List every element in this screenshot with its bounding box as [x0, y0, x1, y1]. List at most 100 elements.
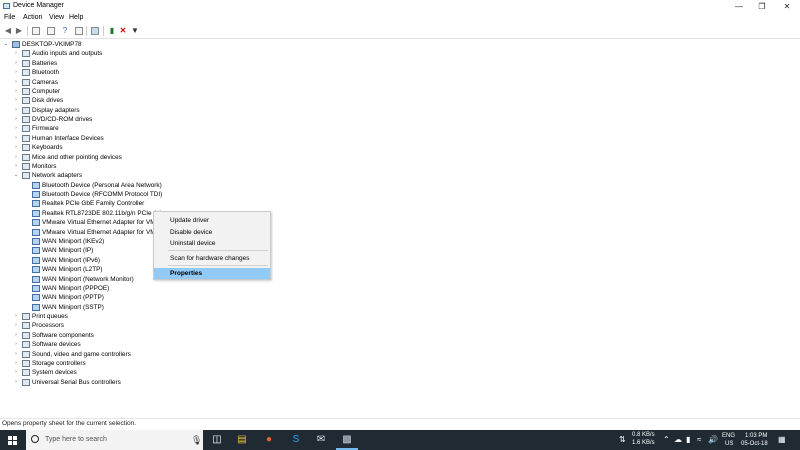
device-category-icon — [22, 78, 30, 86]
scan-hardware-menu-item[interactable]: Scan for hardware changes — [154, 253, 270, 264]
tree-node-label: Bluetooth Device (Personal Area Network) — [42, 181, 162, 189]
task-view-icon[interactable]: ◫ — [211, 434, 223, 446]
clock-date[interactable]: 05-Oct-18 — [741, 441, 768, 448]
clock-time[interactable]: 1:03 PM — [745, 433, 767, 440]
minimize-button[interactable]: — — [727, 0, 751, 13]
expand-chevron-icon[interactable]: › — [13, 96, 19, 105]
tree-node-label: DVD/CD-ROM drives — [32, 116, 93, 124]
network-adapter-icon — [32, 209, 40, 217]
update-driver-menu-item[interactable]: Update driver — [154, 215, 270, 226]
region-indicator[interactable]: US — [725, 441, 733, 448]
network-adapter-icon — [32, 256, 40, 264]
show-hide-console-tree-icon[interactable] — [32, 27, 40, 35]
tree-node-label: Firmware — [32, 125, 59, 133]
uninstall-device-x-icon[interactable]: ✕ — [119, 27, 127, 35]
device-category-icon — [22, 116, 30, 124]
device-tree: ⌄ DESKTOP-VKIMP78 › Audio inputs and output… — [0, 40, 800, 415]
restore-button[interactable]: ❐ — [750, 0, 774, 13]
firefox-icon[interactable]: ● — [263, 434, 275, 446]
expand-chevron-icon[interactable]: › — [13, 153, 19, 162]
tree-node-label: WAN Miniport (PPPOE) — [42, 284, 110, 292]
expand-chevron-icon[interactable]: › — [13, 106, 19, 115]
disable-device-download-icon[interactable]: ▼ — [131, 27, 139, 35]
properties-toolbar-icon[interactable] — [47, 27, 55, 35]
help-icon[interactable]: ? — [61, 27, 69, 35]
expand-chevron-icon[interactable]: › — [13, 321, 19, 330]
tree-node-label: WAN Miniport (L2TP) — [42, 266, 103, 274]
device-category-icon — [22, 106, 30, 114]
device-manager-taskbar-icon[interactable]: ▩ — [341, 434, 353, 446]
expand-chevron-icon[interactable]: › — [13, 359, 19, 368]
battery-icon[interactable]: ▮ — [686, 435, 690, 444]
menu-bar: File Action View Help — [0, 13, 800, 24]
device-category-icon — [22, 134, 30, 142]
tree-node-label: Processors — [32, 322, 64, 330]
device-category-icon — [22, 331, 30, 339]
status-bar: Opens property sheet for the current sel… — [0, 418, 800, 430]
expand-chevron-icon[interactable]: › — [13, 368, 19, 377]
expand-chevron-icon[interactable]: › — [13, 331, 19, 340]
menu-file[interactable]: File — [4, 14, 15, 21]
toolbar: ◀ ▶ ? ▮ ✕ ▼ — [0, 24, 800, 39]
forward-arrow-icon[interactable]: ▶ — [15, 27, 23, 35]
expand-chevron-icon[interactable]: › — [13, 59, 19, 68]
skype-icon[interactable]: S — [290, 434, 302, 446]
update-driver-icon[interactable]: ▮ — [108, 27, 116, 35]
expand-chevron-icon[interactable]: › — [13, 350, 19, 359]
onedrive-cloud-icon[interactable]: ☁ — [674, 435, 682, 444]
expand-chevron-icon[interactable]: › — [13, 340, 19, 349]
expand-chevron-icon[interactable]: › — [13, 143, 19, 152]
expand-chevron-icon[interactable]: › — [13, 162, 19, 171]
menu-view[interactable]: View — [49, 14, 64, 21]
taskbar: Type here to search 🎙 ◫ ▤ ● S ✉ ▩ ⇅ 0.8 … — [0, 430, 800, 450]
volume-icon[interactable]: 🔊 — [708, 435, 718, 444]
scan-hardware-monitor-icon[interactable] — [91, 27, 99, 35]
properties-menu-item[interactable]: Properties — [154, 268, 270, 279]
cortana-circle-icon — [31, 435, 39, 443]
search-placeholder: Type here to search — [45, 436, 107, 443]
back-arrow-icon[interactable]: ◀ — [4, 27, 12, 35]
tree-node-label: WAN Miniport (PPTP) — [42, 294, 104, 302]
expand-chevron-icon[interactable]: › — [13, 312, 19, 321]
expand-chevron-icon[interactable]: › — [13, 49, 19, 58]
action-pane-icon[interactable] — [75, 27, 83, 35]
tree-node-label: Batteries — [32, 59, 58, 67]
microphone-icon[interactable]: 🎙 — [191, 435, 202, 446]
start-button[interactable] — [0, 430, 24, 450]
uninstall-device-menu-item[interactable]: Uninstall device — [154, 238, 270, 249]
mail-icon[interactable]: ✉ — [315, 434, 327, 446]
tree-node-label: Cameras — [32, 78, 58, 86]
network-speed-arrows-icon: ⇅ — [619, 435, 626, 444]
tree-node-label: Computer — [32, 87, 61, 95]
menu-action[interactable]: Action — [23, 14, 42, 21]
show-hidden-icons-chevron-icon[interactable]: ⌃ — [663, 435, 670, 444]
download-speed: 1.6 KB/s — [632, 440, 655, 446]
action-center-icon[interactable]: ▦ — [778, 435, 786, 444]
expand-chevron-icon[interactable]: › — [13, 78, 19, 87]
disable-device-menu-item[interactable]: Disable device — [154, 227, 270, 238]
expand-chevron-icon[interactable]: › — [13, 68, 19, 77]
network-adapter-icon — [32, 247, 40, 255]
device-category-icon — [22, 313, 30, 321]
collapse-chevron-icon[interactable]: ⌄ — [3, 40, 9, 49]
menu-separator — [168, 265, 268, 266]
expand-chevron-icon[interactable]: › — [13, 124, 19, 133]
tree-node-label: Software devices — [32, 341, 81, 349]
collapse-chevron-icon[interactable]: ⌄ — [13, 171, 19, 180]
tree-node-label: WAN Miniport (IKEv2) — [42, 237, 105, 245]
wifi-icon[interactable]: ≈ — [697, 435, 701, 444]
expand-chevron-icon[interactable]: › — [13, 115, 19, 124]
file-explorer-icon[interactable]: ▤ — [236, 434, 248, 446]
close-button[interactable]: ✕ — [775, 0, 799, 13]
expand-chevron-icon[interactable]: › — [13, 87, 19, 96]
network-adapter-icon — [32, 228, 40, 236]
language-indicator[interactable]: ENG — [722, 433, 735, 440]
expand-chevron-icon[interactable]: › — [13, 378, 19, 387]
device-category-icon — [22, 369, 30, 377]
menu-help[interactable]: Help — [69, 14, 83, 21]
device-category-icon — [22, 69, 30, 77]
expand-chevron-icon[interactable]: › — [13, 134, 19, 143]
taskbar-search-box[interactable]: Type here to search 🎙 — [26, 430, 203, 450]
context-menu: Update driver Disable device Uninstall d… — [153, 211, 271, 280]
network-adapter-icon — [32, 237, 40, 245]
